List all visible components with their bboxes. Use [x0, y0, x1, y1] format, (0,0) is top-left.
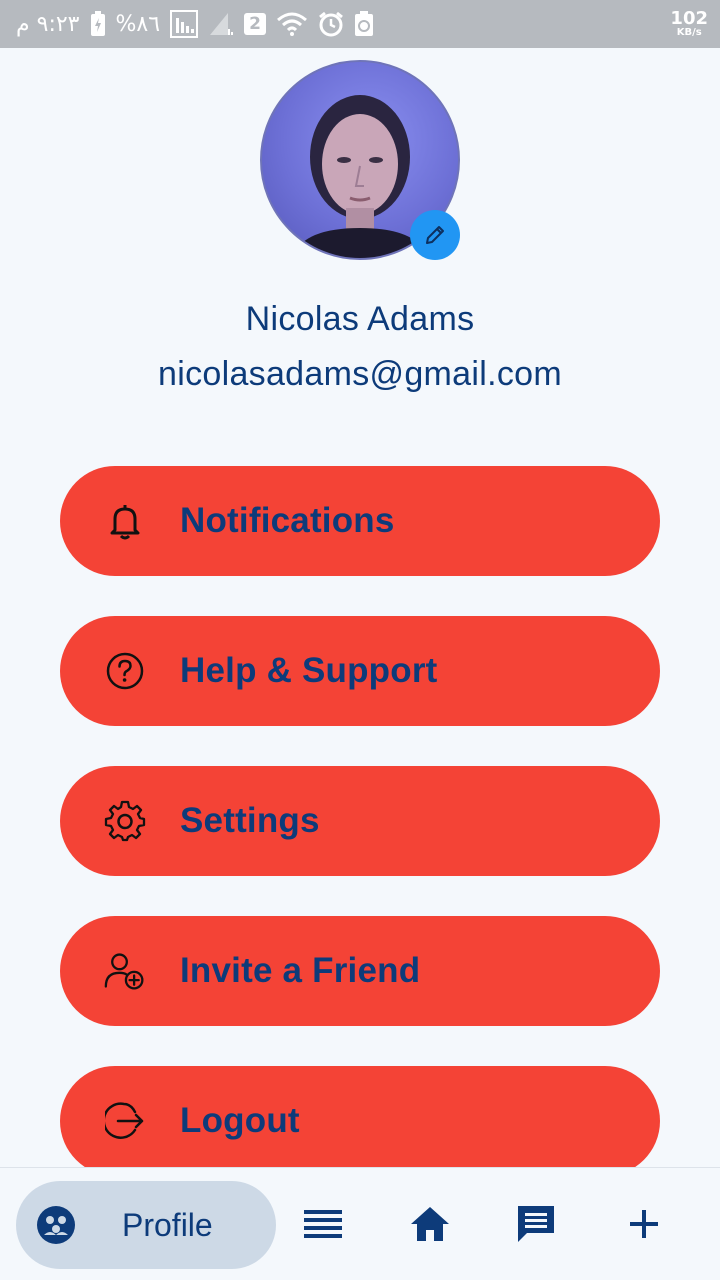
recycle-notification-icon — [354, 11, 374, 37]
battery-charging-icon — [90, 11, 106, 37]
pencil-icon — [423, 223, 447, 247]
user-add-icon — [104, 950, 146, 992]
nav-chat-tab[interactable] — [510, 1198, 562, 1250]
plus-icon — [628, 1208, 660, 1240]
bell-icon — [104, 500, 146, 542]
status-bar: ٩:٢٣ م %٨٦ 2 102 KB/s — [0, 0, 720, 48]
avatar-container — [260, 60, 460, 260]
menu-label-settings: Settings — [180, 801, 320, 840]
nav-add-tab[interactable] — [618, 1198, 670, 1250]
gear-icon — [104, 800, 146, 842]
list-icon — [304, 1209, 342, 1239]
menu-label-notifications: Notifications — [180, 501, 395, 540]
settings-button[interactable]: Settings — [60, 766, 660, 876]
data-usage-icon — [170, 10, 199, 38]
menu-label-invite: Invite a Friend — [180, 951, 421, 990]
sim-badge: 2 — [244, 13, 267, 35]
nav-list-tab[interactable] — [297, 1198, 349, 1250]
wifi-icon — [276, 11, 308, 37]
nav-profile-label: Profile — [122, 1206, 213, 1243]
notifications-button[interactable]: Notifications — [60, 466, 660, 576]
sim-number: 2 — [249, 14, 261, 34]
battery-percent: %٨٦ — [115, 11, 161, 37]
help-circle-icon — [104, 650, 146, 692]
profile-icon — [36, 1205, 76, 1245]
menu-label-logout: Logout — [180, 1101, 300, 1140]
alarm-icon — [318, 11, 344, 37]
logout-icon — [104, 1100, 146, 1142]
nav-home-tab[interactable] — [404, 1198, 456, 1250]
profile-email: nicolasadams@gmail.com — [158, 355, 562, 393]
edit-avatar-button[interactable] — [410, 210, 460, 260]
signal-icon — [208, 11, 234, 37]
nav-profile-tab[interactable]: Profile — [16, 1181, 276, 1269]
help-support-button[interactable]: Help & Support — [60, 616, 660, 726]
clock: ٩:٢٣ م — [16, 11, 80, 37]
profile-name: Nicolas Adams — [245, 300, 475, 338]
home-icon — [409, 1205, 451, 1243]
invite-friend-button[interactable]: Invite a Friend — [60, 916, 660, 1026]
status-left: ٩:٢٣ م %٨٦ 2 — [16, 10, 374, 38]
net-speed-value: 102 — [670, 8, 708, 29]
logout-button[interactable]: Logout — [60, 1066, 660, 1176]
network-speed: 102 KB/s — [670, 10, 708, 38]
chat-icon — [515, 1203, 557, 1245]
menu-label-help: Help & Support — [180, 651, 438, 690]
net-speed-unit: KB/s — [676, 27, 702, 38]
bottom-navigation: Profile — [0, 1167, 720, 1280]
